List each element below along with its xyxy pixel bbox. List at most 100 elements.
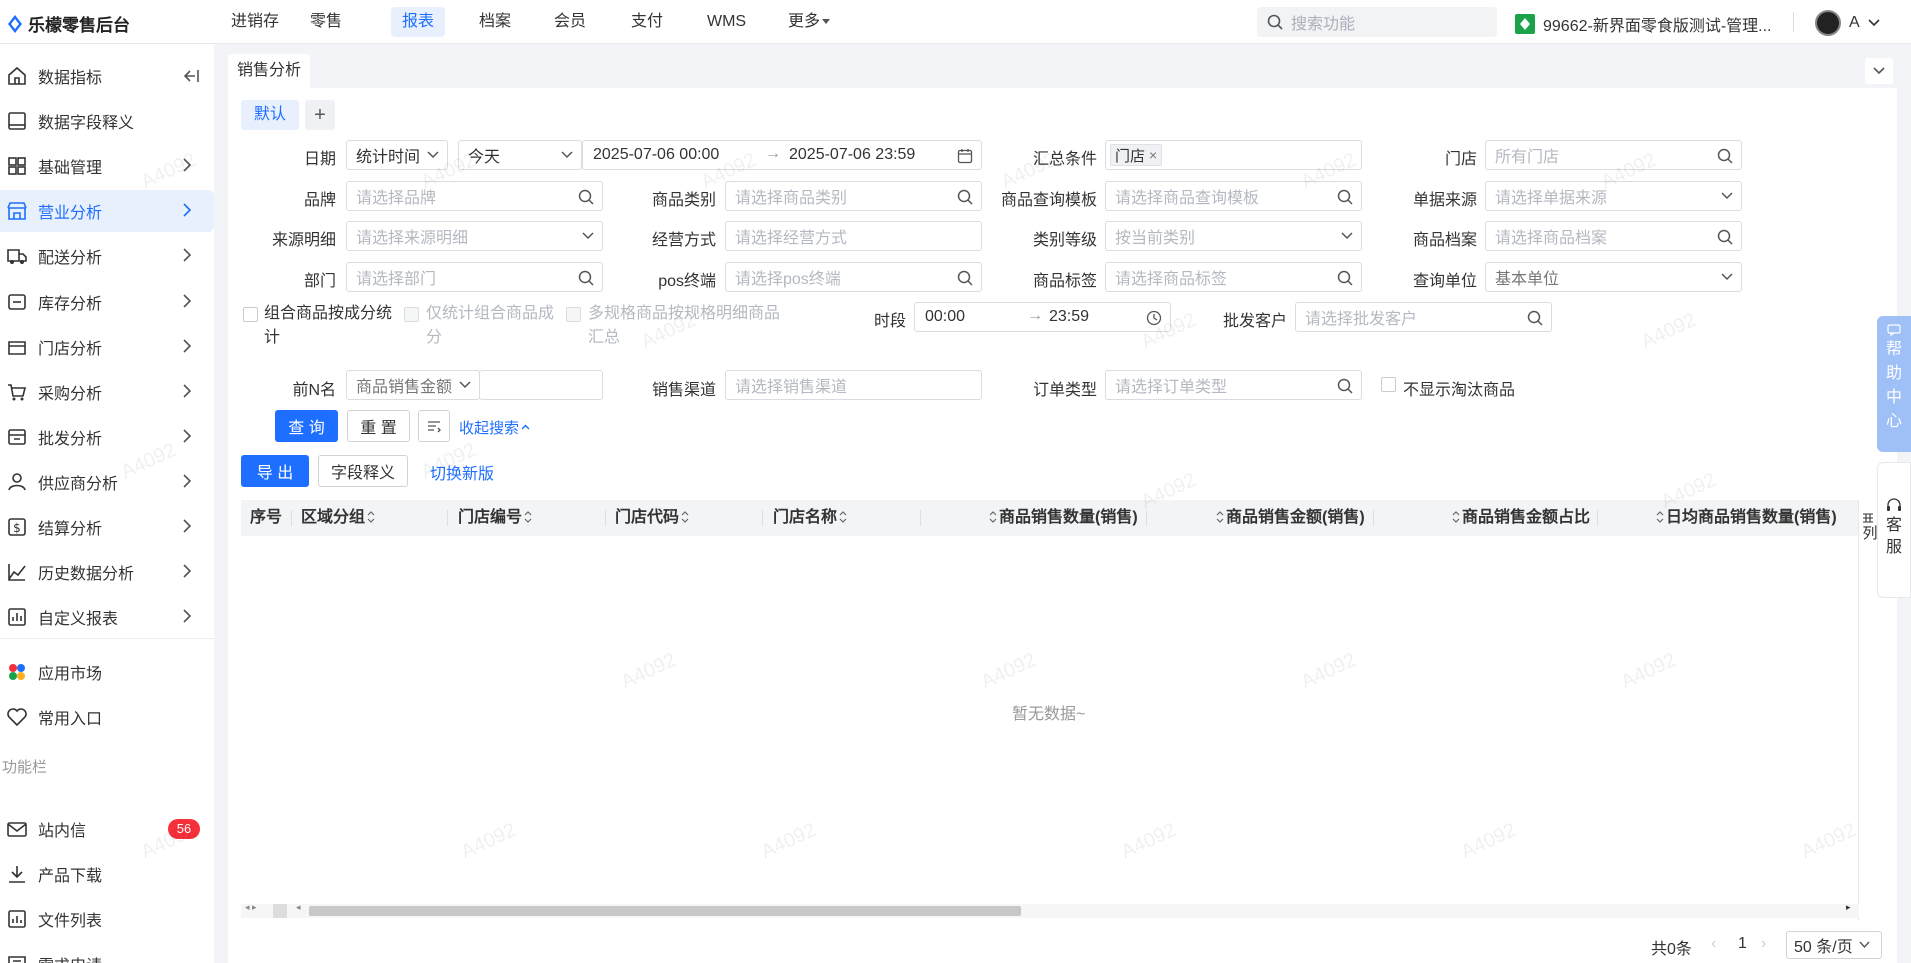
- pos-select[interactable]: 请选择pos终端: [725, 262, 982, 292]
- source-detail-select[interactable]: 请选择来源明细: [346, 221, 603, 251]
- store-select[interactable]: 所有门店: [1485, 140, 1742, 170]
- sidebar-item-sidebar-items-7[interactable]: 采购分析: [0, 371, 214, 413]
- unit-select[interactable]: 基本单位: [1485, 262, 1742, 292]
- order-type-select[interactable]: 请选择订单类型: [1105, 370, 1362, 400]
- sidebar-item-sidebar-items-10[interactable]: $ 结算分析: [0, 506, 214, 548]
- sidebar-item-sidebar-items-6[interactable]: 门店分析: [0, 326, 214, 368]
- sidebar-item-label: 历史数据分析: [38, 566, 135, 584]
- sidebar-item-sidebar-items-11[interactable]: 历史数据分析: [0, 551, 214, 593]
- sidebar-item-sidebar-items-1[interactable]: 数据字段释义: [0, 100, 214, 142]
- col-sales-qty[interactable]: 商品销售数量(销售): [987, 500, 1138, 536]
- level-select[interactable]: 按当前类别: [1105, 221, 1362, 251]
- sidebar-item-sidebar-tools-0[interactable]: 站内信 56: [0, 808, 214, 850]
- hide-obsolete-checkbox[interactable]: [1381, 377, 1396, 392]
- source-select[interactable]: 请选择单据来源: [1485, 181, 1742, 211]
- date-range-select[interactable]: 今天: [458, 140, 582, 170]
- sidebar-item-sidebar-tools-3[interactable]: 需求申请: [0, 943, 214, 963]
- channel-select[interactable]: 请选择销售渠道: [725, 370, 982, 400]
- nav-retail[interactable]: 零售: [299, 7, 353, 37]
- store-icon: [6, 200, 28, 222]
- export-button[interactable]: 导 出: [241, 455, 309, 487]
- horizontal-scrollbar[interactable]: ◂ ▸ ◂ ▸: [241, 902, 1859, 918]
- reset-button[interactable]: 重 置: [347, 410, 410, 442]
- nav-payment[interactable]: 支付: [620, 7, 674, 37]
- store-selector[interactable]: 99662-新界面零食版测试-管理...: [1515, 12, 1772, 36]
- archive-select[interactable]: 请选择商品档案: [1485, 221, 1742, 251]
- add-preset-button[interactable]: +: [305, 100, 336, 130]
- col-store-no[interactable]: 门店编号: [458, 500, 534, 536]
- query-button[interactable]: 查 询: [275, 410, 338, 442]
- scroll-left-arrow-icon[interactable]: ◂: [296, 902, 301, 913]
- sidebar-item-sidebar-extra-1[interactable]: 常用入口: [0, 696, 214, 738]
- collapse-search-link[interactable]: 收起搜索: [459, 417, 530, 438]
- switch-new-version-link[interactable]: 切换新版: [430, 460, 494, 484]
- nav-more[interactable]: 更多: [777, 7, 841, 37]
- period-start[interactable]: 00:00: [925, 308, 965, 326]
- sidebar-item-sidebar-items-4[interactable]: 配送分析: [0, 235, 214, 277]
- nav-archives[interactable]: 档案: [468, 7, 522, 37]
- column-settings-button[interactable]: 列: [1862, 512, 1878, 544]
- brand-select[interactable]: 请选择品牌: [346, 181, 603, 211]
- sidebar-item-sidebar-items-8[interactable]: 批发分析: [0, 416, 214, 458]
- preset-default[interactable]: 默认: [241, 100, 300, 130]
- page-number[interactable]: 1: [1738, 935, 1747, 953]
- scroll-right-arrow-icon[interactable]: ▸: [1846, 902, 1851, 913]
- sidebar-item-sidebar-items-5[interactable]: 库存分析: [0, 281, 214, 323]
- period-picker[interactable]: 00:00 → 23:59: [914, 302, 1171, 332]
- order-type-label: 订单类型: [1032, 382, 1097, 399]
- tag-select[interactable]: 请选择商品标签: [1105, 262, 1362, 292]
- period-end[interactable]: 23:59: [1049, 308, 1089, 326]
- nav-reports[interactable]: 报表: [391, 7, 446, 37]
- sidebar-item-sidebar-items-12[interactable]: 自定义报表: [0, 596, 214, 638]
- col-daily-qty[interactable]: 日均商品销售数量(销售): [1654, 500, 1837, 536]
- nav-wms[interactable]: WMS: [696, 7, 757, 37]
- sidebar-item-sidebar-tools-1[interactable]: 产品下载: [0, 853, 214, 895]
- brand-logo[interactable]: 乐檬零售后台: [6, 11, 130, 36]
- chevron-down-icon: [1859, 941, 1870, 949]
- date-type-select[interactable]: 统计时间: [346, 140, 448, 170]
- next-page-icon[interactable]: ›: [1761, 935, 1766, 953]
- dept-select[interactable]: 请选择部门: [346, 262, 603, 292]
- col-sales-amount[interactable]: 商品销售金额(销售): [1214, 500, 1365, 536]
- col-store-code[interactable]: 门店代码: [615, 500, 691, 536]
- tab-sales-analysis[interactable]: 销售分析: [228, 54, 311, 88]
- topn-field-select[interactable]: 商品销售金额: [346, 370, 480, 400]
- date-start[interactable]: 2025-07-06 00:00: [593, 146, 719, 164]
- calendar-icon: [957, 149, 973, 164]
- mode-select[interactable]: 请选择经营方式: [725, 221, 982, 251]
- template-select[interactable]: 请选择商品查询模板: [1105, 181, 1362, 211]
- date-end[interactable]: 2025-07-06 23:59: [789, 146, 915, 164]
- mail-icon: [6, 818, 28, 840]
- nav-members[interactable]: 会员: [543, 7, 597, 37]
- sidebar-item-label: 产品下载: [38, 868, 103, 885]
- category-select[interactable]: 请选择商品类别: [725, 181, 982, 211]
- search-function-input[interactable]: 搜索功能: [1257, 7, 1497, 37]
- combo-checkbox[interactable]: [243, 307, 258, 322]
- sidebar-item-sidebar-tools-2[interactable]: 文件列表: [0, 898, 214, 940]
- prev-page-icon[interactable]: ‹: [1711, 935, 1716, 953]
- page-size-select[interactable]: 50 条/页: [1786, 931, 1882, 959]
- scroll-left-icon[interactable]: ◂ ▸: [245, 902, 257, 913]
- help-center-button[interactable]: 帮助中心: [1877, 316, 1911, 452]
- sidebar-item-sidebar-items-3[interactable]: 营业分析: [0, 190, 214, 233]
- close-icon[interactable]: ×: [1149, 147, 1157, 163]
- summary-condition-select[interactable]: 门店 ×: [1105, 140, 1362, 170]
- sidebar-item-sidebar-items-0[interactable]: 数据指标: [0, 55, 214, 97]
- col-store-name[interactable]: 门店名称: [773, 500, 849, 536]
- range-arrow-icon: →: [765, 145, 781, 162]
- field-definition-button[interactable]: 字段释义: [318, 455, 408, 487]
- wholesale-select[interactable]: 请选择批发客户: [1295, 302, 1552, 332]
- scrollbar-thumb[interactable]: [309, 906, 1021, 916]
- sidebar-item-sidebar-items-9[interactable]: 供应商分析: [0, 461, 214, 503]
- tab-menu-button[interactable]: [1865, 58, 1893, 84]
- filter-settings-button[interactable]: [418, 410, 450, 442]
- nav-jxc[interactable]: 进销存: [220, 7, 290, 37]
- date-range-picker[interactable]: 2025-07-06 00:00 → 2025-07-06 23:59: [582, 140, 982, 170]
- col-sales-ratio[interactable]: 商品销售金额占比: [1450, 500, 1590, 536]
- sidebar-item-sidebar-extra-0[interactable]: 应用市场: [0, 651, 214, 693]
- topn-count-input[interactable]: [479, 370, 603, 400]
- customer-service-button[interactable]: 客服: [1877, 462, 1911, 598]
- user-menu[interactable]: A: [1815, 10, 1880, 36]
- sidebar-item-sidebar-items-2[interactable]: 基础管理: [0, 145, 214, 187]
- col-region[interactable]: 区域分组: [301, 500, 377, 536]
